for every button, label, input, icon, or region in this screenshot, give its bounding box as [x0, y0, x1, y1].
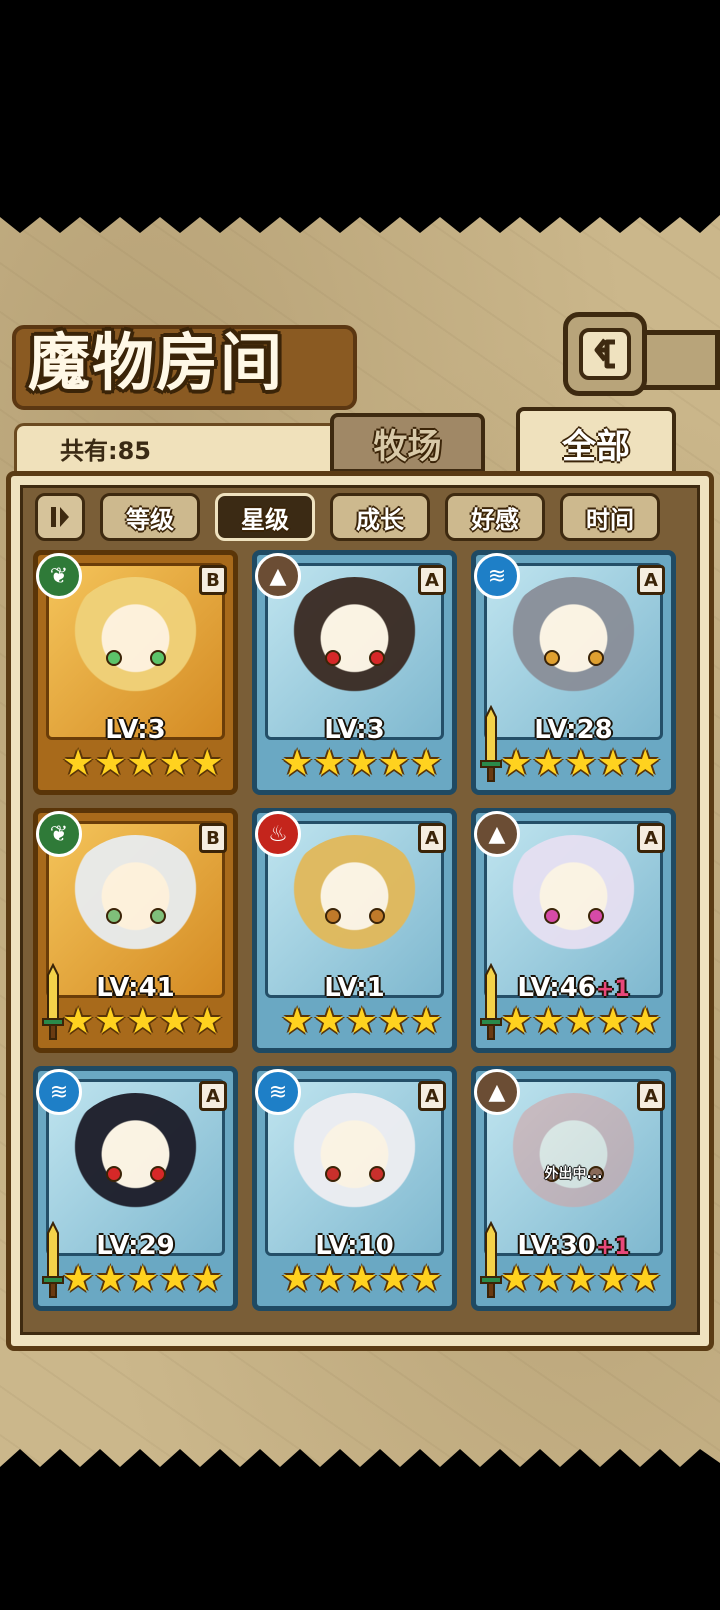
monster-level: LV:46+1: [517, 973, 630, 1003]
monster-card-1[interactable]: ❦ B LV:3 ★ ★ ★ ★ ★: [33, 550, 238, 795]
monster-card-8[interactable]: ≋ A LV:10 ★ ★ ★ ★ ★: [252, 1066, 457, 1311]
star-rating: ★ ★ ★ ★ ★: [500, 743, 662, 784]
leaf-icon: ❦: [36, 553, 82, 599]
monster-room-panel: 魔物房间 共有:85 牧场 全部 等级 星级 成长 好感 时间 ❦ B LV:3: [0, 205, 720, 1485]
monster-card-4[interactable]: ❦ B LV:41 ★ ★ ★ ★ ★: [33, 808, 238, 1053]
rank-badge: A: [637, 1081, 665, 1111]
star-rating: ★ ★ ★ ★ ★: [500, 1001, 662, 1042]
monster-level: LV:10: [315, 1231, 394, 1261]
page-title: 魔物房间: [28, 326, 285, 399]
monster-level: LV:41: [96, 973, 175, 1003]
sort-time-button[interactable]: 时间: [560, 493, 660, 541]
portrait-eyes: [324, 1166, 385, 1182]
back-button-rail: [640, 330, 720, 390]
sort-growth-button[interactable]: 成长: [330, 493, 430, 541]
monster-card-6[interactable]: ▲ A LV:46+1 ★ ★ ★ ★ ★: [471, 808, 676, 1053]
portrait-eyes: [105, 1166, 166, 1182]
portrait-eyes: [324, 908, 385, 924]
back-button[interactable]: [563, 312, 647, 396]
rank-badge: A: [199, 1081, 227, 1111]
monster-level: LV:28: [534, 715, 613, 745]
monster-card-5[interactable]: ♨ A LV:1 ★ ★ ★ ★ ★: [252, 808, 457, 1053]
sort-stars-button[interactable]: 星级: [215, 493, 315, 541]
monster-card-9[interactable]: 外出中... ▲ A LV:30+1 ★ ★ ★ ★ ★: [471, 1066, 676, 1311]
monster-card-3[interactable]: ≋ A LV:28 ★ ★ ★ ★ ★: [471, 550, 676, 795]
sort-bar: 等级 星级 成长 好感 时间: [20, 488, 700, 546]
sort-level-button[interactable]: 等级: [100, 493, 200, 541]
water-icon: ≋: [255, 1069, 301, 1115]
rank-badge: A: [637, 565, 665, 595]
star-rating: ★ ★ ★ ★ ★: [62, 1259, 224, 1300]
away-status: 外出中...: [544, 1166, 603, 1182]
mountain-icon: ▲: [255, 553, 301, 599]
rank-badge: A: [418, 1081, 446, 1111]
leaf-icon: ❦: [36, 811, 82, 857]
star-rating: ★ ★ ★ ★ ★: [281, 1001, 443, 1042]
mountain-icon: ▲: [474, 811, 520, 857]
rank-badge: B: [199, 823, 227, 853]
star-rating: ★ ★ ★ ★ ★: [500, 1259, 662, 1300]
torn-edge-bottom: [0, 1449, 720, 1485]
monster-level: LV:3: [324, 715, 385, 745]
rank-badge: A: [637, 823, 665, 853]
monster-level: LV:30+1: [517, 1231, 630, 1261]
tab-all[interactable]: 全部: [516, 407, 676, 479]
monster-count: 共有:85: [60, 437, 151, 465]
sort-affection-button[interactable]: 好感: [445, 493, 545, 541]
monster-level: LV:29: [96, 1231, 175, 1261]
back-arrow-icon: [579, 328, 631, 380]
torn-edge-top: [0, 205, 720, 233]
monster-card-7[interactable]: ≋ A LV:29 ★ ★ ★ ★ ★: [33, 1066, 238, 1311]
water-icon: ≋: [36, 1069, 82, 1115]
portrait-eyes: [543, 650, 604, 666]
monster-level: LV:3: [105, 715, 166, 745]
water-icon: ≋: [474, 553, 520, 599]
sort-order-icon: [51, 507, 69, 527]
rank-badge: B: [199, 565, 227, 595]
portrait-eyes: [324, 650, 385, 666]
monster-card-2[interactable]: ▲ A LV:3 ★ ★ ★ ★ ★: [252, 550, 457, 795]
portrait-eyes: [105, 650, 166, 666]
tab-ranch[interactable]: 牧场: [330, 413, 485, 473]
rank-badge: A: [418, 823, 446, 853]
portrait-eyes: [105, 908, 166, 924]
fire-icon: ♨: [255, 811, 301, 857]
star-rating: ★ ★ ★ ★ ★: [281, 1259, 443, 1300]
star-rating: ★ ★ ★ ★ ★: [62, 1001, 224, 1042]
portrait-eyes: [543, 908, 604, 924]
sort-order-toggle[interactable]: [35, 493, 85, 541]
mountain-icon: ▲: [474, 1069, 520, 1115]
star-rating: ★ ★ ★ ★ ★: [62, 743, 224, 784]
monster-level: LV:1: [324, 973, 385, 1003]
rank-badge: A: [418, 565, 446, 595]
star-rating: ★ ★ ★ ★ ★: [281, 743, 443, 784]
